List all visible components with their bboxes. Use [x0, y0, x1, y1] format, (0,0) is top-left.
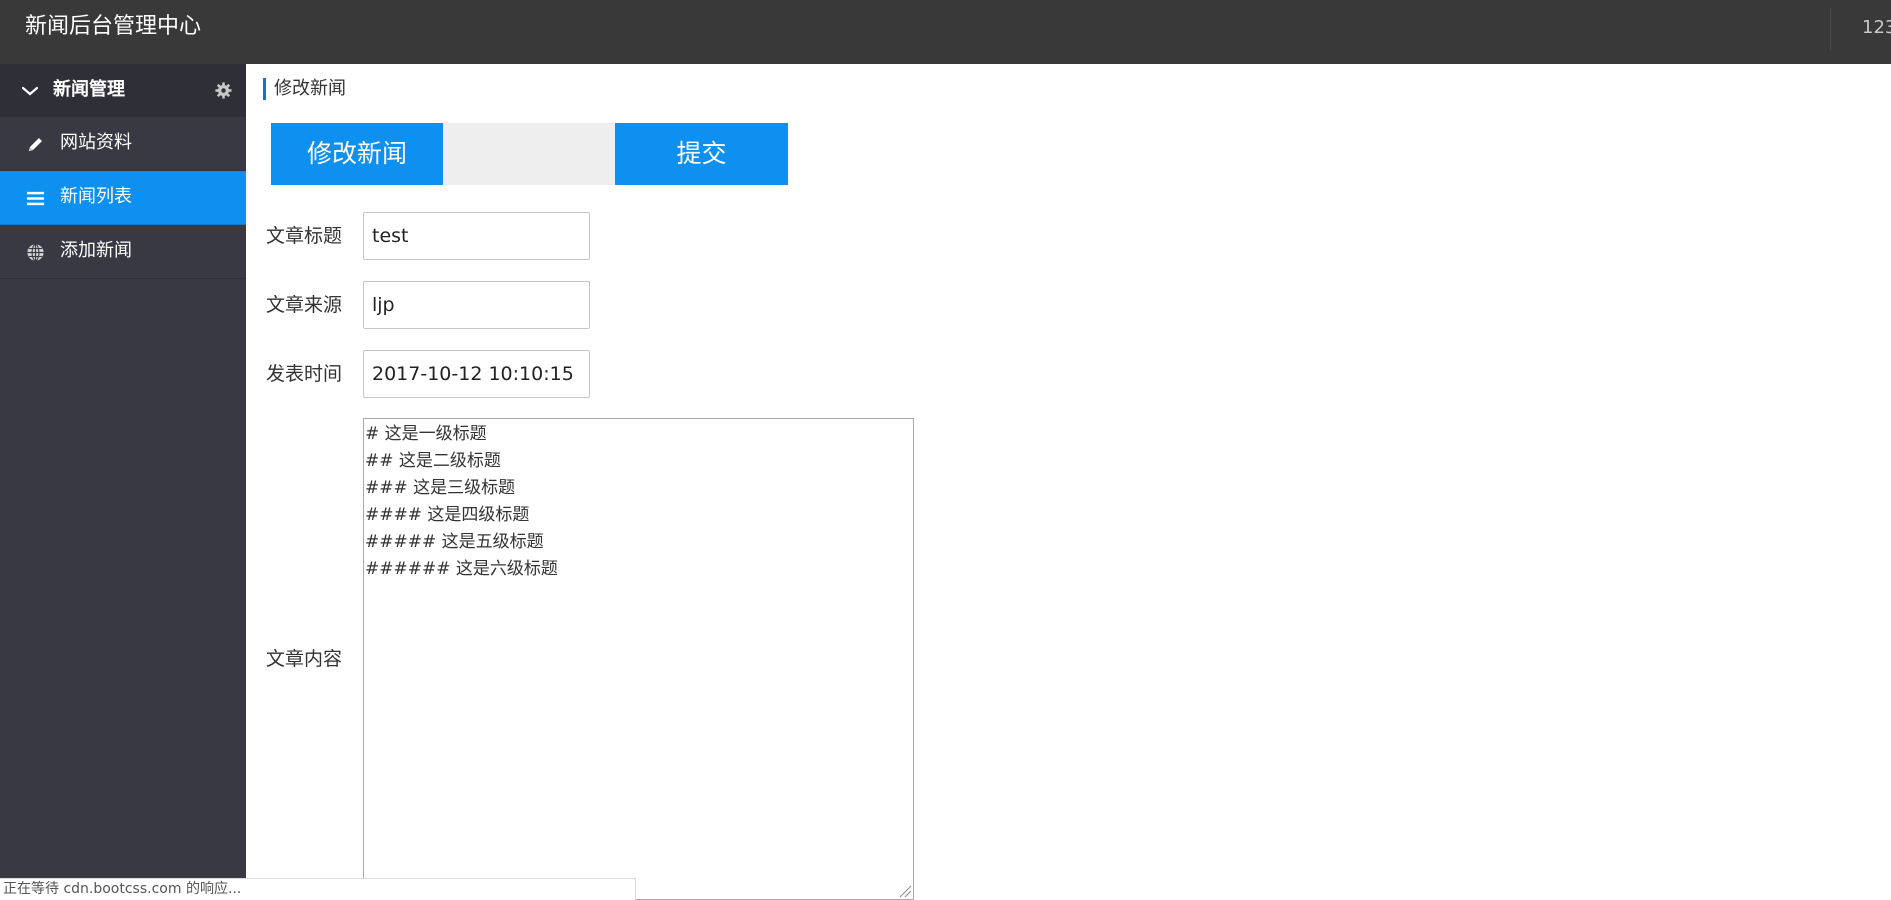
title-input[interactable] [363, 212, 590, 260]
user-menu[interactable]: 123 [1862, 16, 1891, 40]
main-content: 修改新闻 修改新闻 提交 文章标题 文章来源 发表时间 文章内容 # 这是一级标… [246, 64, 1891, 900]
app-title: 新闻后台管理中心 [25, 14, 202, 39]
title-label: 文章标题 [266, 225, 343, 247]
breadcrumb: 修改新闻 [263, 78, 346, 100]
pencil-icon [28, 138, 42, 152]
chevron-down-icon [22, 86, 38, 96]
sidebar-item-site-info[interactable]: 网站资料 [0, 117, 246, 171]
sidebar-item-label: 网站资料 [60, 132, 132, 153]
sidebar-item-add-news[interactable]: 添加新闻 [0, 225, 246, 279]
sidebar-item-label: 添加新闻 [60, 240, 132, 261]
content-label: 文章内容 [266, 648, 343, 670]
tab-edit-news[interactable]: 修改新闻 [271, 123, 443, 185]
list-icon [26, 191, 45, 206]
sidebar-group-news-management[interactable]: 新闻管理 [0, 64, 246, 117]
globe-icon [27, 243, 44, 262]
source-input[interactable] [363, 281, 590, 329]
publish-time-label: 发表时间 [266, 363, 343, 385]
top-bar: 新闻后台管理中心 123 [0, 0, 1891, 64]
resize-handle-icon[interactable] [898, 884, 912, 898]
browser-status-bar: 正在等待 cdn.bootcss.com 的响应... [0, 878, 636, 900]
publish-time-input[interactable] [363, 350, 590, 398]
content-textarea[interactable]: # 这是一级标题 ## 这是二级标题 ### 这是三级标题 #### 这是四级标… [363, 418, 914, 900]
sidebar-item-news-list[interactable]: 新闻列表 [0, 171, 246, 225]
source-label: 文章来源 [266, 294, 343, 316]
header-divider [1830, 8, 1831, 50]
sidebar-item-label: 新闻列表 [60, 186, 132, 207]
sidebar: 新闻管理 网站资料 新闻列表 添加新闻 [0, 64, 246, 900]
tab-spacer [443, 123, 615, 185]
submit-button[interactable]: 提交 [615, 123, 788, 185]
sidebar-group-label: 新闻管理 [53, 79, 125, 100]
gear-icon[interactable] [215, 82, 232, 99]
